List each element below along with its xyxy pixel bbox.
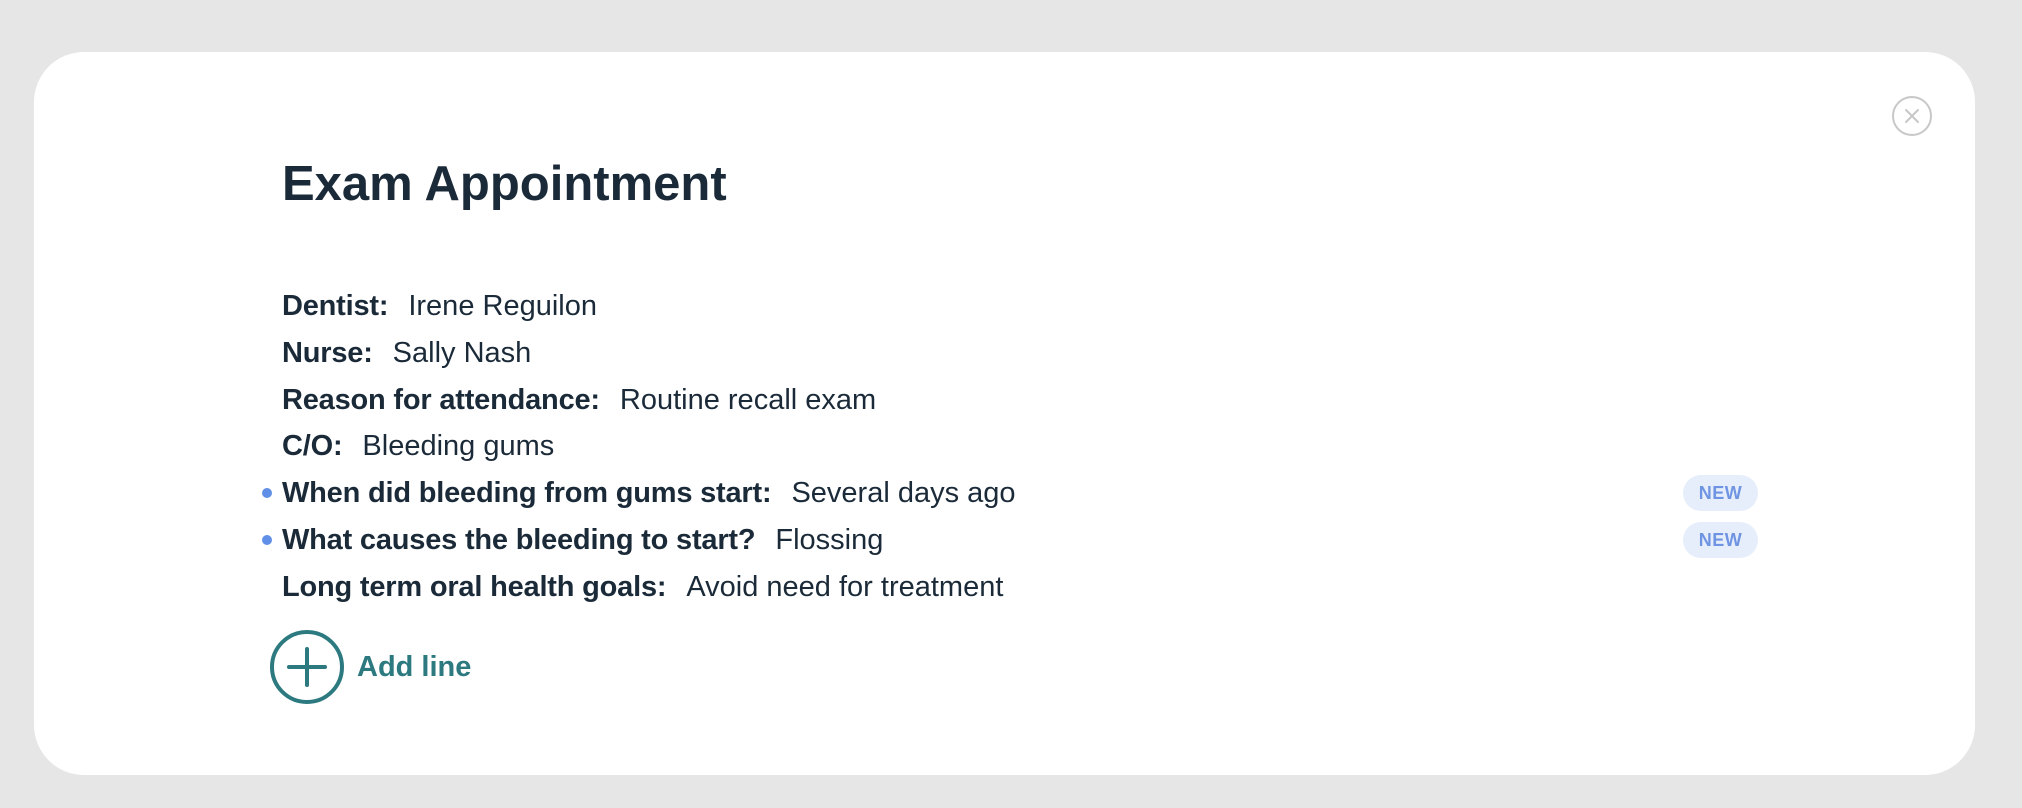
line-value: Avoid need for treatment xyxy=(686,571,1004,603)
detail-line-complaint: C/O: Bleeding gums xyxy=(282,426,1758,466)
appointment-dialog: Exam Appointment Dentist: Irene Reguilon … xyxy=(34,52,1975,775)
line-value: Sally Nash xyxy=(392,337,532,369)
new-indicator-dot xyxy=(262,535,272,545)
new-indicator-dot xyxy=(262,488,272,498)
plus-circle-icon xyxy=(270,630,344,704)
detail-line-bleeding-start: When did bleeding from gums start: Severa… xyxy=(262,473,1758,513)
detail-line-nurse: Nurse: Sally Nash xyxy=(282,333,1758,373)
dialog-title: Exam Appointment xyxy=(282,157,727,211)
line-value: Irene Reguilon xyxy=(408,290,597,322)
detail-line-reason: Reason for attendance: Routine recall exa… xyxy=(282,380,1758,420)
line-value: Flossing xyxy=(775,524,884,556)
line-label: Reason for attendance: xyxy=(282,384,600,416)
line-value: Several days ago xyxy=(791,477,1016,509)
add-line-button[interactable]: Add line xyxy=(269,629,471,705)
line-value: Routine recall exam xyxy=(619,384,877,416)
line-label: Long term oral health goals: xyxy=(282,571,667,603)
detail-line-health-goals: Long term oral health goals: Avoid need f… xyxy=(282,567,1758,607)
line-value: Bleeding gums xyxy=(362,430,555,462)
new-badge: NEW xyxy=(1683,475,1758,511)
detail-line-dentist: Dentist: Irene Reguilon xyxy=(282,286,1758,326)
close-icon xyxy=(1905,109,1919,123)
line-label: When did bleeding from gums start: xyxy=(282,477,772,509)
close-button[interactable] xyxy=(1892,96,1932,136)
detail-line-bleeding-cause: What causes the bleeding to start? Flossi… xyxy=(262,520,1758,560)
line-label: Dentist: xyxy=(282,290,389,322)
line-label: C/O: xyxy=(282,430,343,462)
line-label: What causes the bleeding to start? xyxy=(282,524,756,556)
add-line-label: Add line xyxy=(357,650,472,683)
line-label: Nurse: xyxy=(282,337,373,369)
new-badge: NEW xyxy=(1683,522,1758,558)
